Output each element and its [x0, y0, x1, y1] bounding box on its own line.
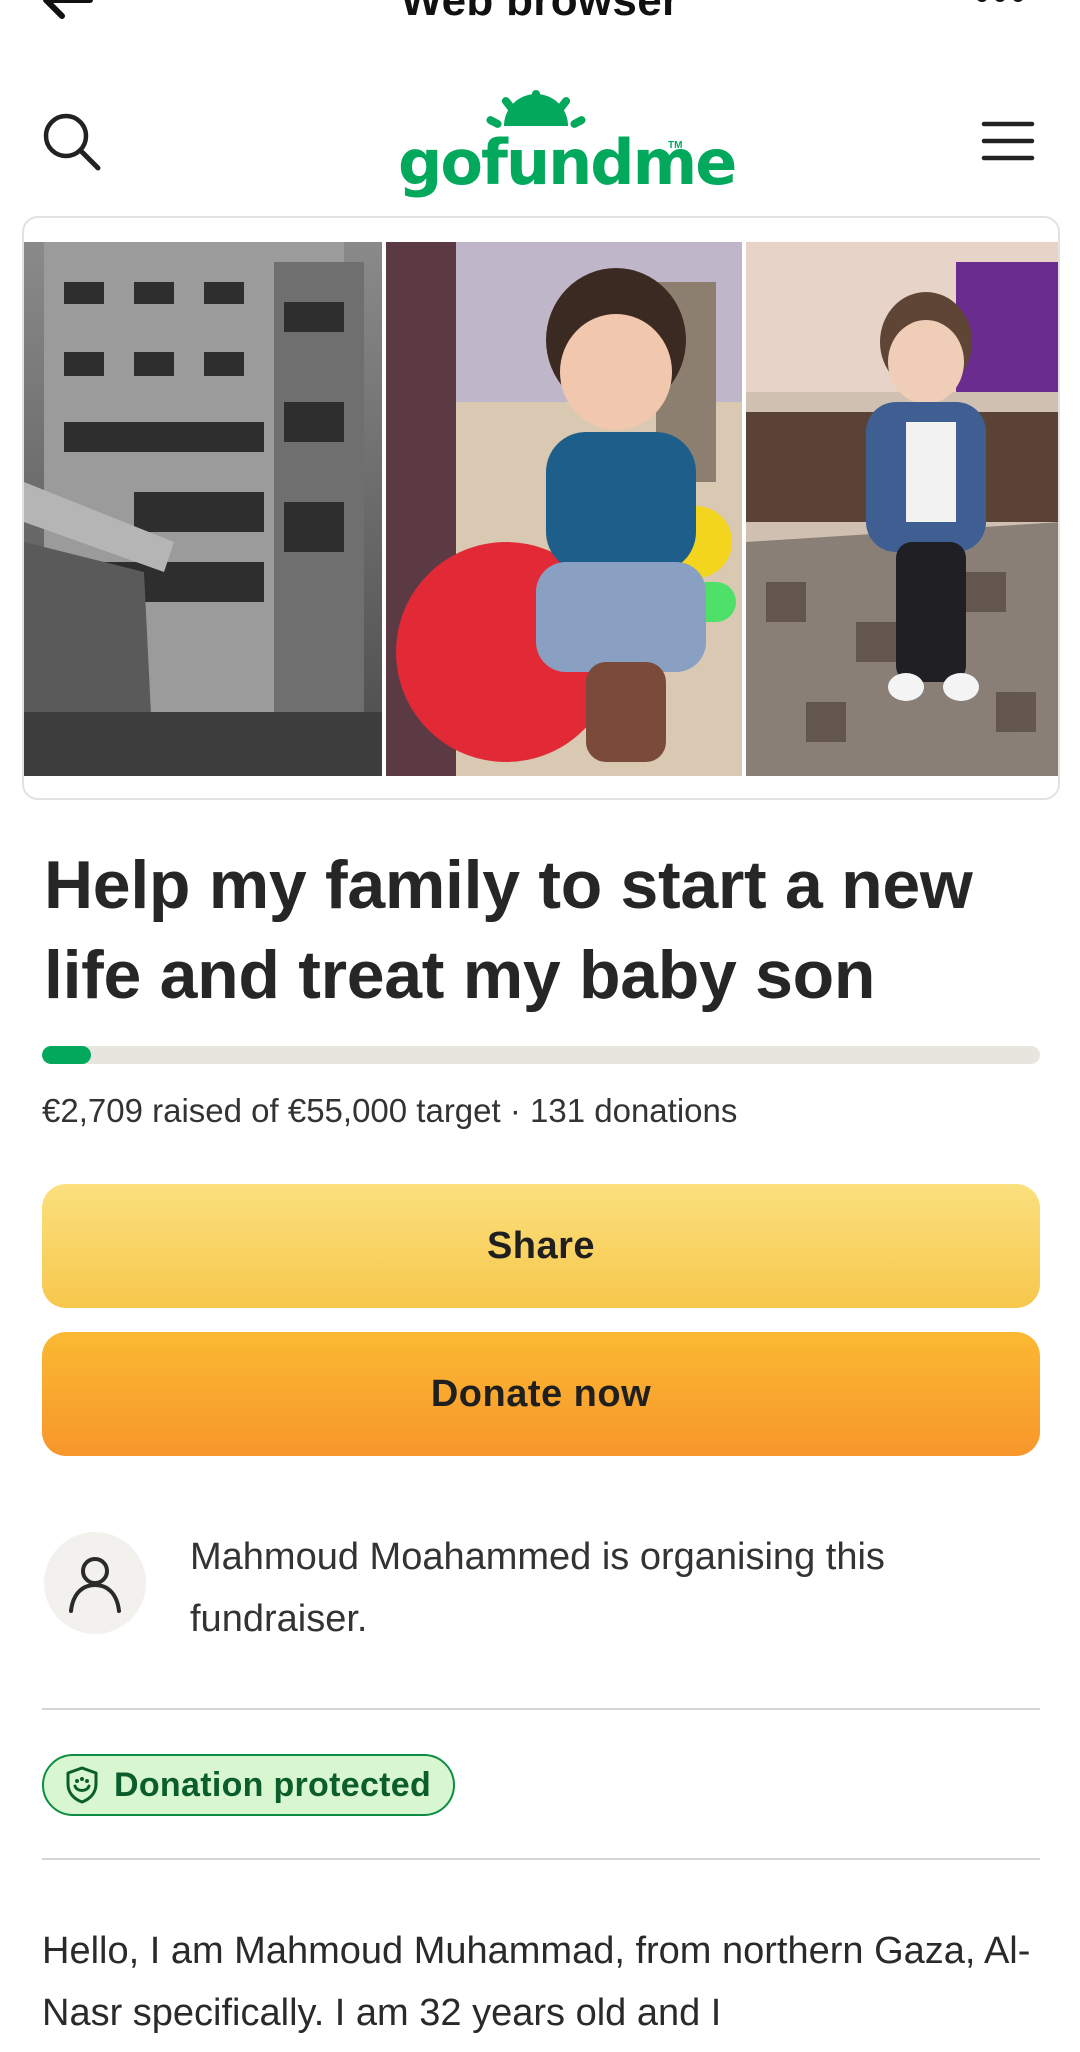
child-standing-photo[interactable] — [746, 242, 1058, 776]
avatar[interactable] — [44, 1532, 146, 1634]
toddler-on-ride-photo[interactable] — [386, 242, 742, 776]
badge-label: Donation protected — [114, 1765, 432, 1804]
trademark-mark: TM — [668, 140, 683, 151]
hamburger-menu-icon[interactable] — [980, 118, 1036, 164]
campaign-title: Help my family to start a new life and t… — [44, 847, 973, 1013]
gofundme-logo[interactable]: gofundme TM — [398, 90, 737, 200]
donation-protected-badge[interactable]: Donation protected — [42, 1754, 456, 1816]
organiser-info: Mahmoud Moahammed is organising this fun… — [42, 1526, 1040, 1666]
progress-fill — [42, 1046, 91, 1064]
browser-top-bar: Web browser — [0, 0, 1080, 40]
more-options-icon[interactable] — [970, 0, 1030, 8]
shield-icon — [66, 1766, 98, 1804]
divider — [42, 1708, 1040, 1710]
brand-wordmark: gofundme — [398, 126, 737, 199]
photo-gallery[interactable] — [22, 216, 1060, 800]
bombed-building-photo[interactable] — [24, 242, 382, 776]
divider — [42, 1858, 1040, 1860]
campaign-story: Hello, I am Mahmoud Muhammad, from north… — [42, 1930, 1031, 2034]
funding-stats: €2,709 raised of €55,000 target · 131 do… — [42, 1092, 738, 1129]
donate-now-button[interactable]: Donate now — [42, 1332, 1040, 1456]
browser-title: Web browser — [400, 0, 680, 25]
share-button[interactable]: Share — [42, 1184, 1040, 1308]
search-icon[interactable] — [40, 110, 104, 174]
site-header: gofundme TM — [0, 80, 1080, 200]
funding-progress-bar — [42, 1046, 1040, 1064]
organiser-text[interactable]: Mahmoud Moahammed is organising this fun… — [190, 1526, 1010, 1650]
user-icon — [69, 1557, 121, 1613]
